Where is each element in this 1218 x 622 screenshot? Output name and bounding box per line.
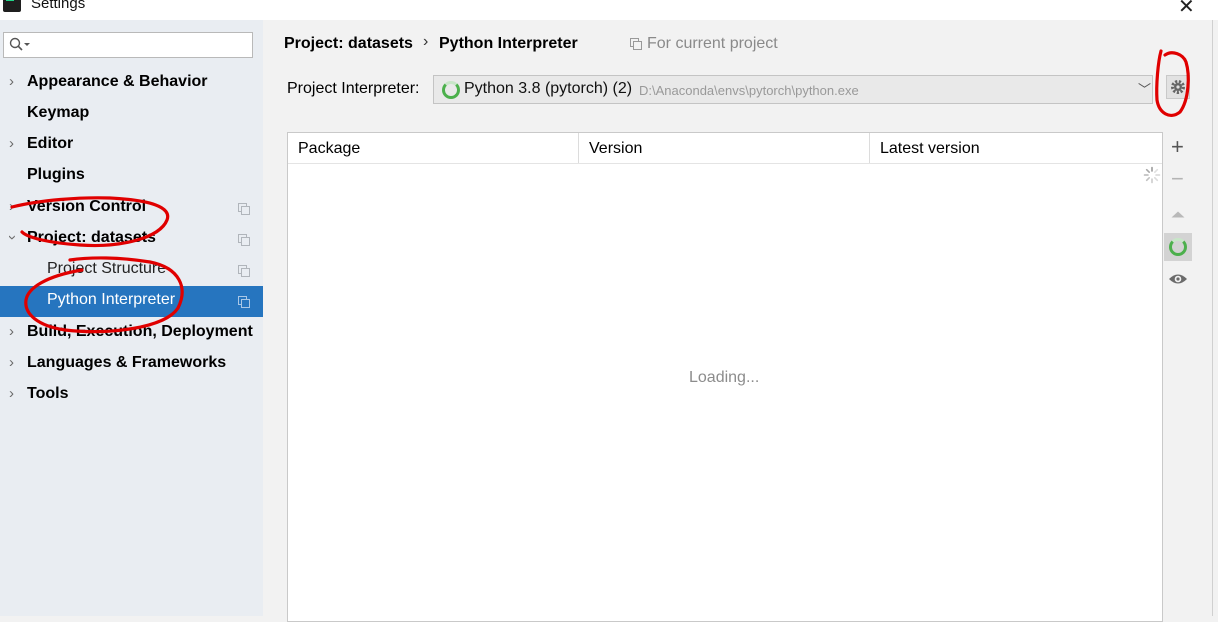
- sidebar-item-appearance[interactable]: › Appearance & Behavior: [0, 68, 263, 99]
- chevron-right-icon: ›: [9, 323, 14, 340]
- interpreter-name: Python 3.8 (pytorch) (2): [464, 80, 633, 97]
- show-early-releases-button[interactable]: [1164, 265, 1192, 293]
- loading-icon: [442, 81, 460, 99]
- packages-toolbar: + −: [1163, 132, 1193, 622]
- gear-icon: [1171, 80, 1185, 94]
- sidebar-item-editor[interactable]: › Editor: [0, 130, 263, 161]
- sidebar-item-python-interpreter[interactable]: Python Interpreter: [0, 286, 263, 317]
- pycharm-logo-icon: [3, 0, 21, 12]
- upgrade-icon: [1171, 211, 1185, 218]
- copy-icon: [238, 296, 250, 308]
- sidebar-item-plugins[interactable]: Plugins: [0, 161, 263, 192]
- chevron-down-icon: ›: [4, 235, 21, 240]
- settings-sidebar: › Appearance & Behavior Keymap › Editor …: [0, 20, 263, 616]
- scope-label: For current project: [647, 35, 778, 52]
- chevron-down-icon: ﹀: [1138, 82, 1152, 97]
- sidebar-item-project-structure[interactable]: Project Structure: [0, 255, 263, 286]
- panel-divider: [1212, 20, 1213, 616]
- breadcrumb-page: Python Interpreter: [439, 35, 578, 52]
- table-header: Package Version Latest version: [288, 133, 1162, 164]
- copy-icon: [238, 234, 250, 246]
- spinner-icon: [1143, 166, 1161, 184]
- interpreter-label: Project Interpreter:: [287, 80, 420, 97]
- column-header-latest-version[interactable]: Latest version: [870, 133, 1160, 163]
- add-icon: +: [1171, 134, 1184, 159]
- sidebar-item-keymap[interactable]: Keymap: [0, 99, 263, 130]
- settings-content: Project: datasets › Python Interpreter F…: [263, 20, 1218, 622]
- chevron-right-icon: ›: [9, 354, 14, 371]
- sidebar-item-version-control[interactable]: › Version Control: [0, 193, 263, 224]
- window-title: Settings: [31, 0, 86, 12]
- remove-icon: −: [1171, 166, 1184, 191]
- column-header-package[interactable]: Package: [288, 133, 578, 163]
- copy-icon: [238, 265, 250, 277]
- loading-text: Loading...: [689, 369, 760, 386]
- interpreter-dropdown[interactable]: Python 3.8 (pytorch) (2) D:\Anaconda\env…: [433, 75, 1153, 104]
- sidebar-item-build[interactable]: › Build, Execution, Deployment: [0, 318, 263, 349]
- close-icon[interactable]: ✕: [1178, 0, 1195, 19]
- refresh-icon: [1169, 238, 1187, 256]
- sidebar-item-project[interactable]: › Project: datasets: [0, 224, 263, 255]
- chevron-right-icon: ›: [9, 73, 14, 90]
- search-icon: [9, 37, 30, 51]
- title-bar: Settings ✕: [0, 0, 1218, 20]
- remove-package-button[interactable]: −: [1164, 166, 1192, 195]
- column-header-version[interactable]: Version: [579, 133, 869, 163]
- copy-icon: [630, 38, 642, 50]
- chevron-right-icon: ›: [9, 198, 14, 215]
- upgrade-package-button[interactable]: [1164, 201, 1192, 229]
- add-package-button[interactable]: +: [1164, 134, 1192, 163]
- chevron-right-icon: ›: [9, 385, 14, 402]
- interpreter-settings-button[interactable]: [1166, 75, 1190, 99]
- packages-table[interactable]: Package Version Latest version Loading..…: [287, 132, 1163, 622]
- sidebar-item-languages[interactable]: › Languages & Frameworks: [0, 349, 263, 380]
- interpreter-path: D:\Anaconda\envs\pytorch\python.exe: [639, 83, 859, 98]
- chevron-right-icon: ›: [9, 135, 14, 152]
- eye-icon: [1169, 274, 1187, 284]
- breadcrumb-project: Project: datasets: [284, 35, 413, 52]
- search-input[interactable]: [3, 32, 253, 58]
- refresh-button[interactable]: [1164, 233, 1192, 261]
- sidebar-item-tools[interactable]: › Tools: [0, 380, 263, 411]
- copy-icon: [238, 203, 250, 215]
- breadcrumb-separator-icon: ›: [423, 33, 429, 50]
